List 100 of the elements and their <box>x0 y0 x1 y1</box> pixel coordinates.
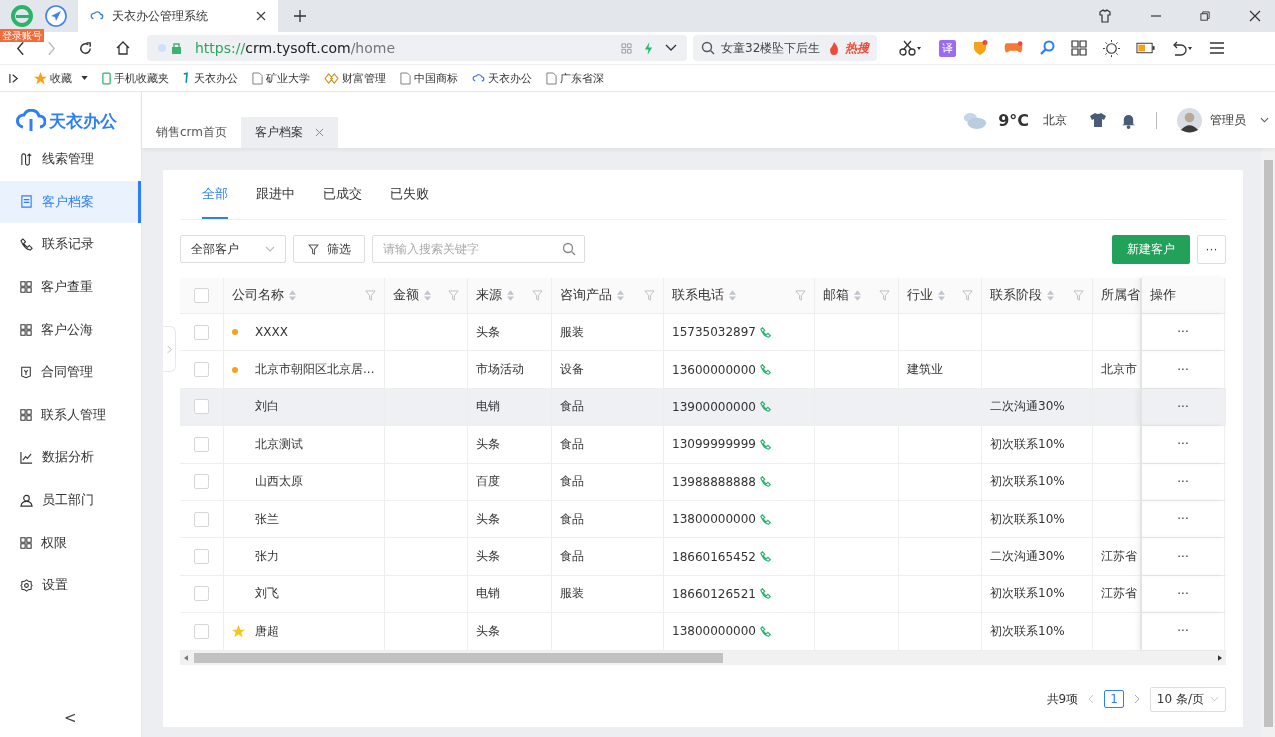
filter-icon[interactable] <box>1073 290 1084 301</box>
close-icon[interactable] <box>256 11 266 21</box>
page-tab[interactable]: 客户档案 <box>241 117 338 148</box>
brightness-icon[interactable] <box>1103 39 1120 57</box>
shirt-icon[interactable] <box>1089 112 1107 128</box>
table-row[interactable]: XXXX 头条 服装 15735032897 ··· <box>180 314 1226 352</box>
search-field[interactable]: 请输入搜索关键字 <box>372 235 585 263</box>
apps-icon[interactable] <box>1071 40 1087 56</box>
chevron-down-icon[interactable] <box>1260 117 1269 123</box>
table-row[interactable]: 张兰 头条 食品 13800000000 初次联系10% ··· <box>180 500 1226 539</box>
bookmark-item[interactable]: 天衣办公 <box>183 70 238 86</box>
customer-scope-dropdown[interactable]: 全部客户 <box>180 235 286 263</box>
row-actions-button[interactable]: ··· <box>1177 474 1189 489</box>
page-tab[interactable]: 销售crm首页 <box>142 117 241 148</box>
row-actions-button[interactable]: ··· <box>1177 399 1189 414</box>
filter-icon[interactable] <box>448 290 459 301</box>
scissors-icon[interactable] <box>899 40 923 56</box>
sort-icon[interactable] <box>289 290 296 301</box>
table-row[interactable]: 刘飞 电销 服装 18660126521 初次联系10% 江苏省 ··· <box>180 575 1226 614</box>
sidebar-item[interactable]: 联系记录 <box>0 223 141 266</box>
navigation-icon[interactable] <box>44 4 68 28</box>
table-row[interactable]: 山西太原 百度 食品 13988888888 初次联系10% ··· <box>180 463 1226 501</box>
scroll-left-icon[interactable] <box>184 654 188 661</box>
sort-icon[interactable] <box>617 290 624 301</box>
table-row[interactable]: 北京测试 头条 食品 13099999999 初次联系10% ··· <box>180 426 1226 464</box>
shirt-icon[interactable] <box>1098 9 1112 23</box>
row-actions-button[interactable]: ··· <box>1177 325 1189 340</box>
address-field[interactable]: https://crm.tysoft.com/home <box>147 35 687 61</box>
filter-tab[interactable]: 已失败 <box>390 170 429 219</box>
checkbox[interactable] <box>194 324 209 340</box>
sort-icon[interactable] <box>1047 290 1054 301</box>
filter-button[interactable]: 筛选 <box>293 235 365 263</box>
user-menu[interactable]: 管理员 <box>1210 111 1246 129</box>
sidebar-item[interactable]: 员工部门 <box>0 478 141 522</box>
sort-icon[interactable] <box>424 290 431 301</box>
next-page-icon[interactable] <box>1133 694 1140 704</box>
collapse-button[interactable]: < <box>64 709 77 727</box>
sidebar-item[interactable]: 合同管理 <box>0 350 141 394</box>
phone-icon[interactable] <box>760 401 771 413</box>
sidebar-item[interactable]: 数据分析 <box>0 436 141 479</box>
phone-icon[interactable] <box>760 513 771 525</box>
phone-icon[interactable] <box>760 326 771 338</box>
table-row[interactable]: 北京市朝阳区北京居... 市场活动 设备 13600000000 建筑业 北京市 ··· <box>180 351 1226 389</box>
sidebar-item[interactable]: 联系人管理 <box>0 393 141 437</box>
filter-tab[interactable]: 跟进中 <box>256 170 295 219</box>
sort-icon[interactable] <box>507 290 514 301</box>
checkbox[interactable] <box>194 586 209 602</box>
forward-icon[interactable] <box>47 40 56 56</box>
search-field[interactable]: 女童32楼坠下后生 热搜 <box>693 35 877 61</box>
filter-icon[interactable] <box>795 290 806 301</box>
battery-icon[interactable] <box>1136 42 1155 54</box>
bookmark-item[interactable]: 矿业大学 <box>252 70 310 86</box>
translate-button[interactable]: 译 <box>939 39 956 57</box>
checkbox[interactable] <box>194 474 209 490</box>
chevron-down-icon[interactable] <box>665 44 677 52</box>
search-icon[interactable] <box>562 242 576 256</box>
back-icon[interactable] <box>16 40 25 56</box>
sidebar-item[interactable]: 设置 <box>0 563 141 607</box>
checkbox[interactable] <box>194 399 209 415</box>
undo-icon[interactable] <box>1171 40 1193 56</box>
row-actions-button[interactable]: ··· <box>1177 512 1189 527</box>
sort-icon[interactable] <box>854 290 861 301</box>
sidebar-item[interactable]: 客户查重 <box>0 265 141 309</box>
filter-icon[interactable] <box>365 290 376 301</box>
checkbox[interactable] <box>194 362 209 378</box>
sidebar-item[interactable]: 线索管理 <box>0 138 141 181</box>
table-row[interactable]: 张力 头条 食品 18660165452 二次沟通30% 江苏省 ··· <box>180 538 1226 576</box>
sidebar-item[interactable]: 客户档案 <box>0 180 141 224</box>
bookmark-item[interactable]: 手机收藏夹 <box>102 70 169 86</box>
vertical-scrollbar[interactable] <box>1262 148 1275 737</box>
filter-tab[interactable]: 已成交 <box>323 170 362 219</box>
checkbox[interactable] <box>194 436 209 452</box>
close-icon[interactable] <box>1249 10 1261 22</box>
phone-icon[interactable] <box>760 476 771 488</box>
bookmark-item[interactable]: 收藏 <box>34 70 88 86</box>
checkbox[interactable] <box>194 511 209 527</box>
sort-icon[interactable] <box>729 290 736 301</box>
sidebar-toggle-icon[interactable] <box>9 72 20 84</box>
phone-icon[interactable] <box>760 551 771 563</box>
reload-icon[interactable] <box>78 40 93 56</box>
checkbox[interactable] <box>194 288 209 303</box>
menu-icon[interactable] <box>1209 41 1225 55</box>
scroll-right-icon[interactable] <box>1218 654 1222 661</box>
filter-tab[interactable]: 全部 <box>202 170 228 219</box>
restore-icon[interactable] <box>1200 10 1211 22</box>
filter-icon[interactable] <box>644 290 655 301</box>
filter-icon[interactable] <box>532 290 543 301</box>
phone-icon[interactable] <box>760 438 771 450</box>
bookmark-item[interactable]: 广东省深 <box>546 70 604 86</box>
sidebar-item[interactable]: 客户公海 <box>0 308 141 351</box>
page-size-dropdown[interactable]: 10 条/页 <box>1149 686 1226 712</box>
page-number[interactable]: 1 <box>1104 690 1124 708</box>
row-actions-button[interactable]: ··· <box>1177 437 1189 452</box>
row-actions-button[interactable]: ··· <box>1177 362 1189 377</box>
more-button[interactable]: ··· <box>1197 234 1226 264</box>
checkbox[interactable] <box>194 623 209 639</box>
search-icon[interactable] <box>1039 40 1055 56</box>
phone-icon[interactable] <box>760 364 771 376</box>
shield-icon[interactable] <box>972 40 988 56</box>
table-row[interactable]: 唐超 头条 13800000000 初次联系10% ··· <box>180 613 1226 651</box>
